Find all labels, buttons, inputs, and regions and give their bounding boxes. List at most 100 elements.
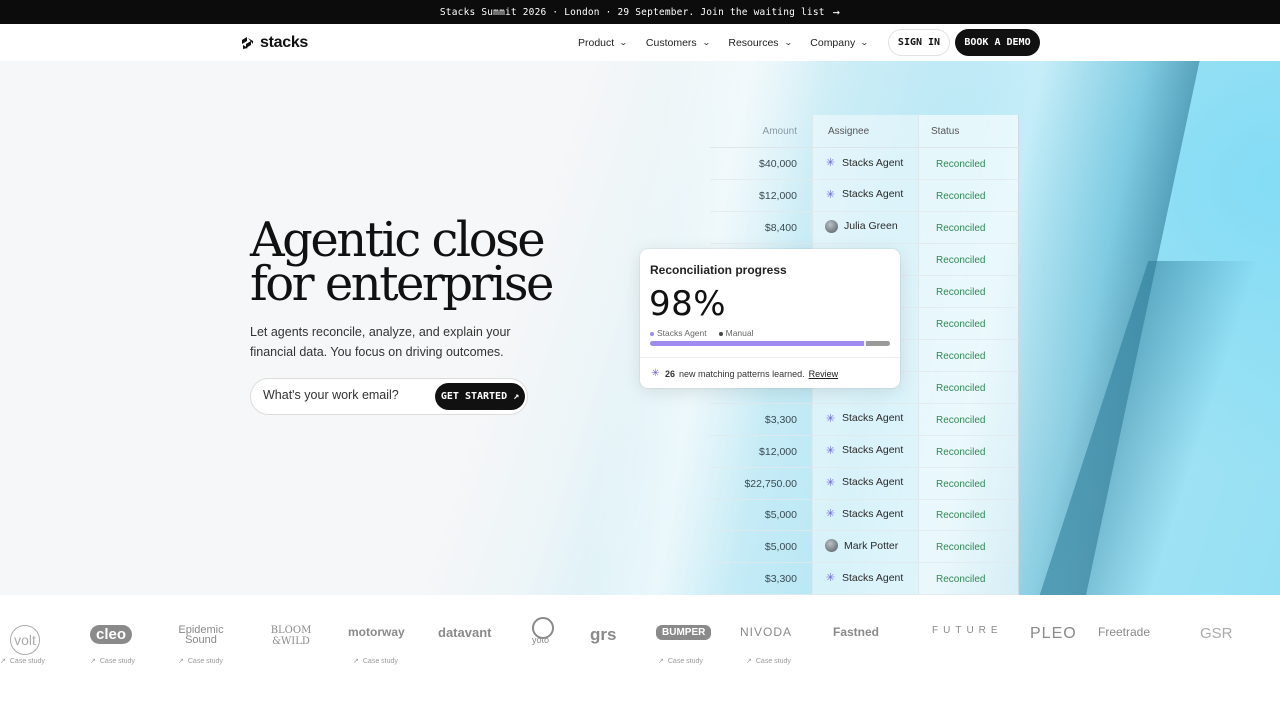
legend-agent-label: Stacks Agent (657, 328, 707, 338)
table-row[interactable]: $8,400 Julia Green Reconciled (710, 212, 1019, 244)
row-assignee: ✳ Stacks Agent (825, 188, 903, 201)
sign-in-button[interactable]: SIGN IN (888, 29, 950, 56)
case-study-link[interactable]: ↗ Case study (0, 657, 45, 665)
status-badge: Reconciled (936, 286, 986, 298)
assignee-name: Stacks Agent (842, 571, 904, 584)
headline-line-2: for enterprise (250, 256, 554, 312)
sparkle-icon: ✳ (825, 157, 836, 169)
menu-company[interactable]: Company ⌄ (810, 36, 869, 49)
table-row[interactable]: $12,000 ✳ Stacks Agent Reconciled (710, 436, 1019, 468)
card-divider (640, 357, 900, 358)
case-study-link[interactable]: ↗ Case study (746, 657, 791, 665)
menu-customers[interactable]: Customers ⌄ (646, 37, 711, 49)
logo-volt[interactable]: volt (10, 625, 40, 655)
table-row[interactable]: $3,300 ✳ Stacks Agent Reconciled (710, 563, 1019, 595)
status-badge: Reconciled (936, 254, 986, 266)
logo-freetrade[interactable]: Freetrade (1098, 625, 1150, 639)
menu-product[interactable]: Product ⌄ (578, 36, 628, 49)
review-link[interactable]: Review (809, 369, 839, 379)
arrow-up-right-icon: ↗ (178, 658, 184, 665)
row-amount: $12,000 (759, 445, 797, 458)
assignee-name: Mark Potter (844, 539, 899, 552)
logo-bumper[interactable]: BUMPER (656, 625, 712, 640)
table-row[interactable]: $22,750.00 ✳ Stacks Agent Reconciled (710, 468, 1019, 500)
logo-future[interactable]: FUTURE (932, 625, 1003, 636)
logo-bloom-wild[interactable]: BLOOM &WILD (268, 625, 314, 647)
pattern-text: new matching patterns learned. (679, 368, 805, 379)
row-amount: $5,000 (764, 541, 797, 554)
menu-label: Product (578, 36, 615, 49)
logo-gsr[interactable]: GSR (1200, 625, 1233, 642)
legend-agent: Stacks Agent (650, 328, 707, 338)
case-study-label: Case study (362, 658, 398, 665)
table-row[interactable]: $12,000 ✳ Stacks Agent Reconciled (710, 180, 1019, 212)
case-study-label: Case study (755, 658, 791, 665)
logo-cleo[interactable]: cleo (90, 625, 133, 644)
logo-epidemic-sound[interactable]: Epidemic Sound (168, 625, 234, 646)
status-badge: Reconciled (936, 414, 986, 426)
get-started-label: GET STARTED (440, 391, 508, 402)
chevron-down-icon: ⌄ (619, 38, 628, 47)
menu-label: Resources (728, 36, 779, 49)
row-assignee: ✳ Stacks Agent (825, 571, 904, 585)
table-row[interactable]: $40,000 ✳ Stacks Agent Reconciled (710, 148, 1019, 180)
case-study-link[interactable]: ↗ Case study (658, 657, 703, 665)
card-title: Reconciliation progress (650, 263, 787, 277)
arrow-right-icon: → (832, 5, 841, 19)
hero-subtext: Let agents reconcile, analyze, and expla… (250, 325, 511, 359)
case-study-link[interactable]: ↗ Case study (90, 657, 135, 665)
announcement-bar[interactable]: Stacks Summit 2026 · London · 29 Septemb… (0, 0, 1280, 24)
status-badge: Reconciled (936, 350, 986, 362)
row-assignee: ✳ Stacks Agent (825, 156, 904, 170)
logo-text: stacks (260, 34, 309, 51)
get-started-button[interactable]: GET STARTED ↗ (435, 383, 525, 410)
progress-legend: Stacks Agent Manual (650, 328, 754, 338)
case-study-link[interactable]: ↗ Case study (178, 657, 223, 665)
email-input[interactable] (263, 388, 433, 402)
logo-motorway[interactable]: motorway (348, 625, 405, 639)
top-nav: stacks Product ⌄ Customers ⌄ Resources ⌄… (0, 24, 1280, 61)
hero-section: Agentic close for enterprise Let agents … (0, 61, 1280, 595)
email-signup-form: GET STARTED ↗ (250, 378, 528, 415)
legend-manual: Manual (718, 328, 754, 338)
row-amount: $12,000 (759, 189, 797, 202)
status-badge: Reconciled (936, 446, 986, 458)
status-badge: Reconciled (936, 510, 986, 522)
logo-grs[interactable]: grs (590, 625, 616, 645)
arrow-up-right-icon: ↗ (0, 658, 6, 665)
status-badge: Reconciled (936, 159, 986, 170)
legend-manual-label: Manual (725, 328, 754, 338)
sparkle-icon: ✳ (825, 508, 836, 521)
avatar (825, 219, 838, 233)
table-row[interactable]: $3,300 ✳ Stacks Agent Reconciled (710, 404, 1019, 436)
case-study-link[interactable]: ↗ Case study (353, 657, 398, 665)
logo[interactable]: stacks (241, 34, 308, 52)
case-study-label: Case study (99, 658, 135, 665)
stacks-logo-icon (242, 37, 253, 49)
sparkle-icon: ✳ (825, 412, 836, 425)
case-study-label: Case study (9, 658, 45, 665)
table-row[interactable]: $5,000 ✳ Stacks Agent Reconciled (710, 499, 1019, 532)
hero-headline: Agentic close for enterprise (250, 216, 630, 312)
legend-dot-agent (650, 331, 654, 336)
sparkle-icon: ✳ (825, 572, 836, 585)
row-amount: $5,000 (764, 509, 797, 522)
book-demo-button[interactable]: BOOK A DEMO (955, 29, 1040, 56)
assignee-name: Stacks Agent (842, 156, 904, 169)
menu-resources[interactable]: Resources ⌄ (728, 36, 792, 49)
logo-nivoda[interactable]: NIVODA (740, 625, 792, 639)
logo-datavant[interactable]: datavant (438, 625, 491, 640)
pattern-count: 26 (665, 368, 676, 379)
chevron-down-icon: ⌄ (701, 38, 711, 47)
table-row[interactable]: $5,000 Mark Potter Reconciled (710, 531, 1019, 564)
row-amount: $22,750.00 (744, 477, 797, 490)
logo-fastned[interactable]: Fastned (833, 625, 879, 639)
row-assignee: ✳ Stacks Agent (825, 412, 903, 425)
assignee-name: Stacks Agent (842, 476, 904, 488)
row-amount: $3,300 (764, 413, 797, 426)
logo-pleo[interactable]: PLEO (1030, 625, 1077, 643)
card-footer: ✳ 26 new matching patterns learned. Revi… (650, 368, 838, 379)
menu-label: Company (810, 36, 856, 49)
assignee-name: Stacks Agent (842, 188, 904, 201)
avatar (825, 539, 838, 553)
